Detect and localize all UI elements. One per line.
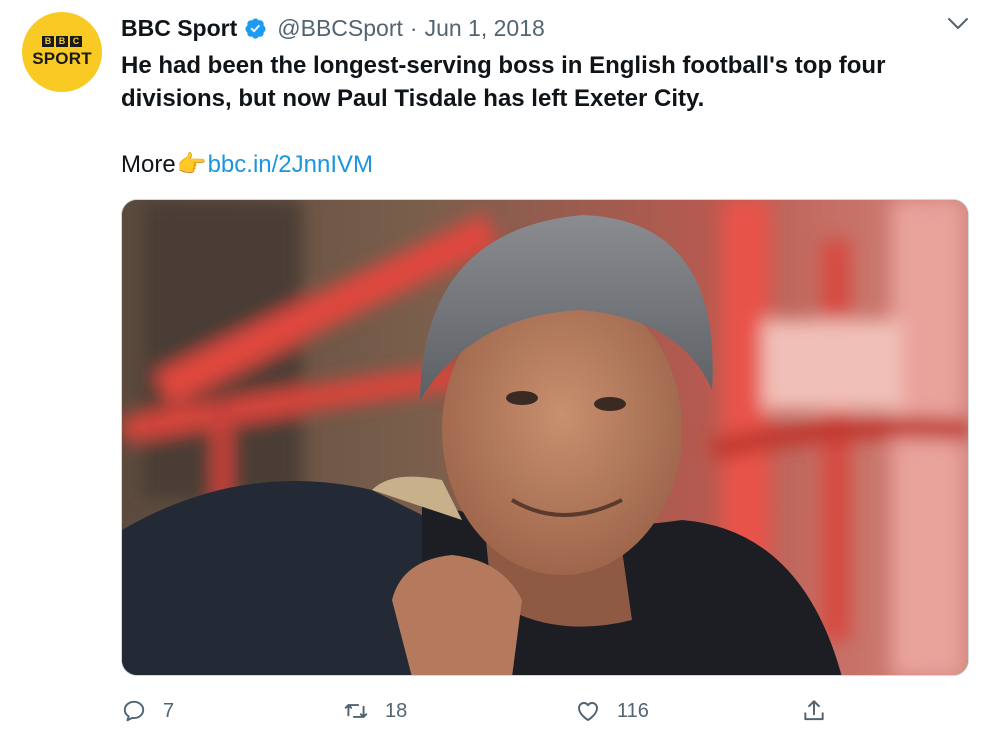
tweet-text: He had been the longest-serving boss in … — [121, 52, 886, 112]
tweet-header: BBC Sport @BBCSport · Jun 1, 2018 — [121, 12, 545, 44]
retweet-count: 18 — [385, 699, 408, 722]
like-count: 116 — [617, 699, 649, 722]
tweet-card[interactable]: B B C SPORT BBC Sport @BBCSport · Jun 1,… — [0, 0, 990, 739]
share-icon — [804, 700, 824, 721]
retweet-button[interactable]: 18 — [343, 694, 407, 728]
retweet-icon — [344, 704, 368, 718]
avatar[interactable]: B B C SPORT — [22, 12, 102, 92]
tweet-link[interactable]: bbc.in/2JnnIVM — [208, 150, 373, 180]
more-line: More 👉 bbc.in/2JnnIVM — [121, 150, 373, 180]
bbc-logo: B B C — [42, 36, 82, 47]
verified-badge-icon — [245, 17, 266, 39]
bbc-logo-letter: C — [70, 36, 82, 47]
display-name[interactable]: BBC Sport — [121, 15, 237, 42]
man-in-grey-beanie-photo — [122, 200, 968, 675]
bbc-logo-letter: B — [42, 36, 54, 47]
tweet-photo[interactable] — [121, 199, 969, 676]
reply-count: 7 — [163, 699, 175, 722]
more-label: More — [121, 151, 176, 178]
like-button[interactable]: 116 — [575, 694, 649, 728]
separator-dot: · — [409, 14, 418, 41]
reply-button[interactable]: 7 — [121, 694, 174, 728]
action-bar: 7 18 116 — [121, 694, 969, 728]
tweet-date[interactable]: Jun 1, 2018 — [425, 15, 545, 42]
chevron-down-icon[interactable] — [947, 16, 969, 32]
handle[interactable]: @BBCSport — [277, 15, 403, 42]
bbc-logo-letter: B — [56, 36, 68, 47]
share-button[interactable] — [801, 694, 827, 728]
sport-logo-word: SPORT — [32, 49, 92, 68]
backhand-pointing-right-icon: 👉 — [176, 151, 207, 178]
reply-icon — [123, 700, 145, 722]
heart-icon — [578, 702, 598, 721]
